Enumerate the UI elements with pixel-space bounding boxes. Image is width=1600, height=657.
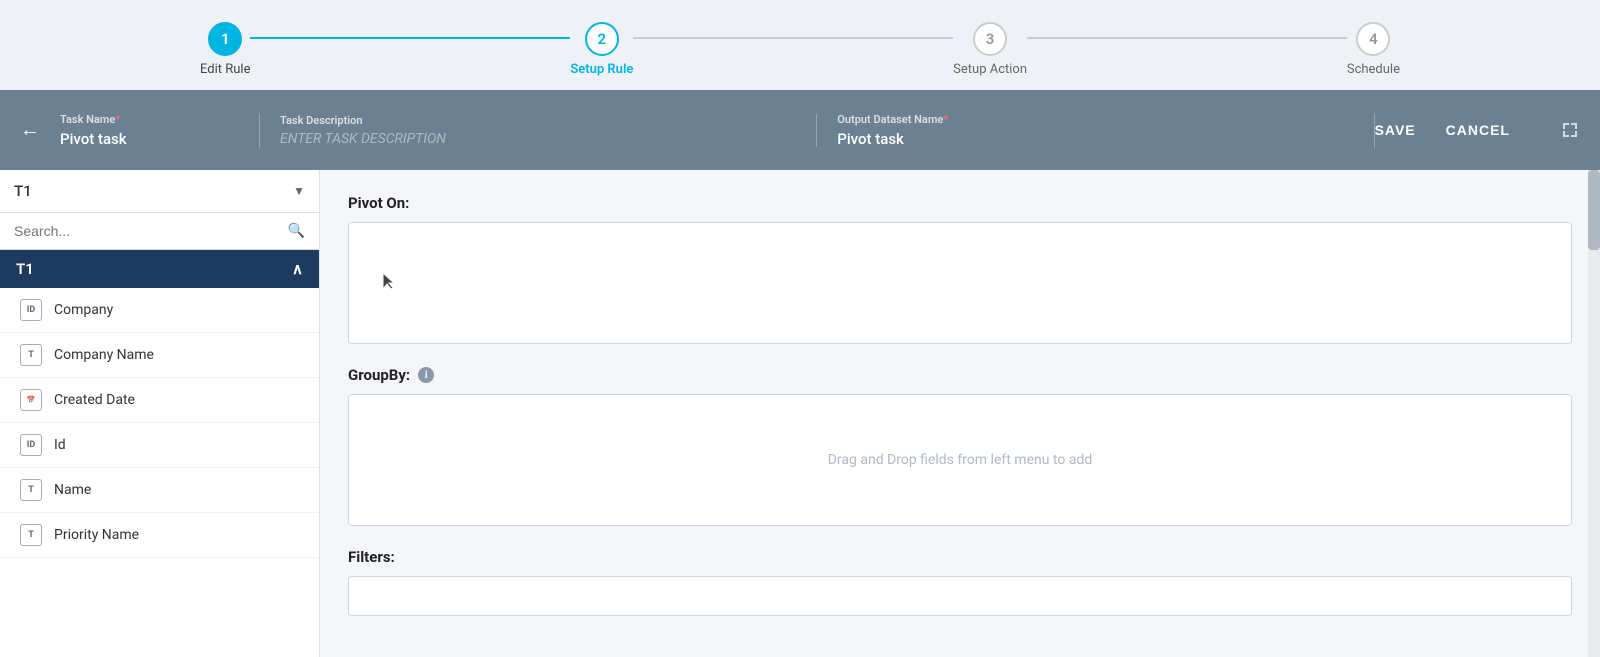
step-2[interactable]: 2 Setup Rule bbox=[570, 22, 633, 77]
step-2-circle: 2 bbox=[585, 22, 619, 56]
filters-title: Filters: bbox=[348, 548, 1572, 566]
scrollbar-thumb[interactable] bbox=[1588, 170, 1600, 250]
groupby-box[interactable]: Drag and Drop fields from left menu to a… bbox=[348, 394, 1572, 526]
output-dataset-field: Output Dataset Name* Pivot task bbox=[817, 113, 1374, 148]
step-line-1-2 bbox=[250, 37, 570, 39]
drag-drop-hint: Drag and Drop fields from left menu to a… bbox=[349, 395, 1571, 525]
step-line-3-4 bbox=[1027, 37, 1347, 39]
sidebar-dropdown[interactable]: T1 ▼ bbox=[0, 170, 319, 213]
pivot-on-title: Pivot On: bbox=[348, 194, 1572, 212]
step-2-label: Setup Rule bbox=[570, 62, 633, 77]
company-name-icon: T bbox=[20, 344, 42, 366]
sidebar-item-company-name[interactable]: T Company Name bbox=[0, 333, 319, 378]
created-date-label: Created Date bbox=[54, 392, 135, 408]
groupby-title: GroupBy: i bbox=[348, 366, 1572, 384]
step-4-label: Schedule bbox=[1347, 62, 1400, 77]
task-name-value[interactable]: Pivot task bbox=[60, 130, 239, 148]
id-icon: ID bbox=[20, 434, 42, 456]
cursor-icon bbox=[381, 271, 397, 291]
step-3[interactable]: 3 Setup Action bbox=[953, 22, 1027, 77]
priority-name-label: Priority Name bbox=[54, 527, 139, 543]
task-description-label: Task Description bbox=[280, 114, 796, 127]
header-bar: ← Task Name* Pivot task Task Description… bbox=[0, 90, 1600, 170]
header-actions: SAVE CANCEL bbox=[1375, 117, 1580, 143]
filters-box[interactable] bbox=[348, 576, 1572, 616]
sidebar-item-company[interactable]: ID Company bbox=[0, 288, 319, 333]
search-icon: 🔍 bbox=[288, 223, 305, 239]
content-area: Pivot On: GroupBy: i Drag and Drop field… bbox=[320, 170, 1600, 657]
step-3-circle: 3 bbox=[973, 22, 1007, 56]
name-icon: T bbox=[20, 479, 42, 501]
task-name-label: Task Name* bbox=[60, 113, 239, 126]
output-dataset-label: Output Dataset Name* bbox=[837, 113, 1353, 126]
save-button[interactable]: SAVE bbox=[1375, 117, 1416, 143]
sidebar-search-area: 🔍 bbox=[0, 213, 319, 250]
task-description-field: Task Description ENTER TASK DESCRIPTION bbox=[260, 114, 817, 147]
sidebar-item-priority-name[interactable]: T Priority Name bbox=[0, 513, 319, 558]
sidebar: T1 ▼ 🔍 T1 ∧ ID Company T Company Name 📅 … bbox=[0, 170, 320, 657]
sidebar-dropdown-value: T1 bbox=[14, 182, 32, 200]
step-3-label: Setup Action bbox=[953, 62, 1027, 77]
sidebar-group-label: T1 bbox=[16, 260, 34, 278]
back-button[interactable]: ← bbox=[20, 119, 40, 142]
step-1-circle: 1 bbox=[208, 22, 242, 56]
task-name-field: Task Name* Pivot task bbox=[60, 113, 260, 148]
sidebar-group-header[interactable]: T1 ∧ bbox=[0, 250, 319, 288]
company-name-label: Company Name bbox=[54, 347, 154, 363]
step-1-label: Edit Rule bbox=[200, 62, 250, 77]
output-required: * bbox=[943, 113, 948, 126]
step-1[interactable]: 1 Edit Rule bbox=[200, 22, 250, 77]
sidebar-items: T1 ∧ ID Company T Company Name 📅 Created… bbox=[0, 250, 319, 657]
company-icon: ID bbox=[20, 299, 42, 321]
task-description-placeholder[interactable]: ENTER TASK DESCRIPTION bbox=[280, 131, 796, 147]
sidebar-item-created-date[interactable]: 📅 Created Date bbox=[0, 378, 319, 423]
task-name-required: * bbox=[115, 113, 120, 126]
created-date-icon: 📅 bbox=[20, 389, 42, 411]
main-area: T1 ▼ 🔍 T1 ∧ ID Company T Company Name 📅 … bbox=[0, 170, 1600, 657]
dropdown-arrow-icon: ▼ bbox=[293, 184, 305, 198]
name-label: Name bbox=[54, 482, 91, 498]
step-4[interactable]: 4 Schedule bbox=[1347, 22, 1400, 77]
company-label: Company bbox=[54, 302, 113, 318]
stepper: 1 Edit Rule 2 Setup Rule 3 Setup Action … bbox=[0, 0, 1600, 90]
id-label: Id bbox=[54, 437, 66, 453]
sidebar-item-name[interactable]: T Name bbox=[0, 468, 319, 513]
filters-section: Filters: bbox=[348, 548, 1572, 616]
scrollbar-track[interactable] bbox=[1588, 170, 1600, 657]
step-4-circle: 4 bbox=[1356, 22, 1390, 56]
sidebar-item-id[interactable]: ID Id bbox=[0, 423, 319, 468]
step-line-2-3 bbox=[633, 37, 953, 39]
priority-name-icon: T bbox=[20, 524, 42, 546]
search-input[interactable] bbox=[14, 223, 280, 239]
output-dataset-value[interactable]: Pivot task bbox=[837, 130, 1353, 148]
cancel-button[interactable]: CANCEL bbox=[1446, 117, 1510, 143]
groupby-info-icon[interactable]: i bbox=[418, 367, 434, 383]
corner-icon bbox=[1560, 120, 1580, 140]
sidebar-group-chevron-icon: ∧ bbox=[292, 260, 303, 278]
pivot-on-box[interactable] bbox=[348, 222, 1572, 344]
